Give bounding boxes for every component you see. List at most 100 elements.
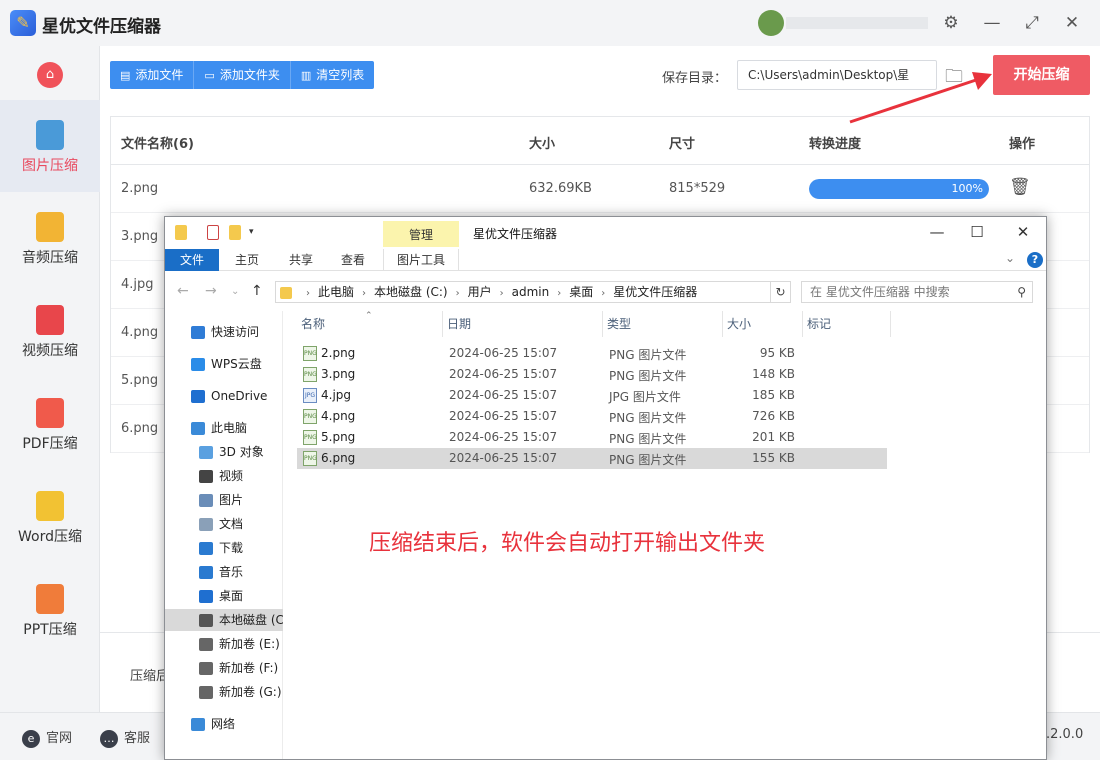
nav-music[interactable]: 音乐 [165,561,283,583]
minimize-button[interactable]: — [979,10,1005,36]
sidebar-item-video-compress[interactable]: 视频压缩 [0,285,100,377]
manage-tab[interactable]: 管理 [383,221,459,247]
browser-icon: e [22,729,40,748]
tab-picture-tools[interactable]: 图片工具 [383,249,459,271]
close-button[interactable]: ✕ [1013,223,1033,241]
breadcrumb[interactable]: 桌面 [569,285,593,299]
delete-icon[interactable]: 🗑 [1009,177,1031,197]
properties-icon[interactable] [207,225,219,240]
drive-icon [199,638,213,651]
search-icon[interactable]: ⚲ [1017,282,1026,302]
drive-icon [199,686,213,699]
add-folder-button[interactable]: ▭ 添加文件夹 [194,61,291,89]
tab-file[interactable]: 文件 [165,249,219,271]
nav-this-pc[interactable]: 此电脑 [165,417,283,439]
file-date: 2024-06-25 15:07 [449,451,558,465]
nav-desktop[interactable]: 桌面 [165,585,283,607]
add-file-button[interactable]: ▤ 添加文件 [110,61,195,89]
list-item[interactable]: PNG 4.png 2024-06-25 15:07 PNG 图片文件 726 K… [297,406,887,427]
help-icon[interactable]: ? [1027,252,1043,268]
close-button[interactable]: ✕ [1059,10,1085,36]
nav-3d-objects[interactable]: 3D 对象 [165,441,283,463]
file-size: 155 KB [752,451,795,465]
nav-downloads[interactable]: 下载 [165,537,283,559]
search-input[interactable]: 在 星优文件压缩器 中搜索 ⚲ [801,281,1033,303]
col-size[interactable]: 大小 [723,311,803,337]
refresh-icon[interactable]: ↻ [771,281,791,303]
nav-label: 下载 [219,541,244,555]
col-date[interactable]: 日期 [443,311,603,337]
nav-local-disk-c[interactable]: 本地磁盘 (C [165,609,283,631]
col-tags[interactable]: 标记 [803,311,891,337]
sidebar-item-audio-compress[interactable]: 音频压缩 [0,192,100,284]
sidebar-item-ppt-compress[interactable]: PPT压缩 [0,564,100,656]
jpg-file-icon: JPG [303,388,317,403]
file-name: 4.jpg [321,388,352,402]
tab-share[interactable]: 共享 [281,249,321,271]
list-item[interactable]: PNG 6.png 2024-06-25 15:07 PNG 图片文件 155 K… [297,448,887,469]
nav-network[interactable]: 网络 [165,713,283,735]
back-arrow-icon[interactable]: ← [177,283,189,299]
nav-videos[interactable]: 视频 [165,465,283,487]
recent-dropdown-icon[interactable]: ⌄ [231,286,239,297]
breadcrumb[interactable]: 此电脑 [318,285,354,299]
website-link[interactable]: e 官网 [22,727,72,748]
home-icon[interactable]: ⌂ [37,62,63,88]
file-date: 2024-06-25 15:07 [449,346,558,360]
nav-pictures[interactable]: 图片 [165,489,283,511]
breadcrumb[interactable]: 星优文件压缩器 [613,285,697,299]
progress-bar: 100% [809,179,989,199]
settings-icon[interactable]: ⚙ [938,10,964,36]
list-item[interactable]: PNG 5.png 2024-06-25 15:07 PNG 图片文件 201 K… [297,427,887,448]
table-row[interactable]: 2.png 632.69KB 815*529 100% 🗑 [111,165,1089,213]
col-name[interactable]: ⌃ 名称 [297,311,443,337]
network-icon [191,718,205,731]
breadcrumb[interactable]: 本地磁盘 (C:) [374,285,448,299]
start-compress-button[interactable]: 开始压缩 [993,55,1090,95]
nav-wps-cloud[interactable]: WPS云盘 [165,353,283,375]
file-name: 4.png [121,325,159,340]
sidebar-item-pdf-compress[interactable]: PDF压缩 [0,378,100,470]
file-name: 4.jpg [121,277,154,292]
quick-access-dropdown-icon[interactable]: ▾ [249,227,257,237]
nav-volume-e[interactable]: 新加卷 (E:) [165,633,283,655]
file-name: 6.png [321,451,356,465]
list-item[interactable]: JPG 4.jpg 2024-06-25 15:07 JPG 图片文件 185 K… [297,385,887,406]
progress-text: 100% [951,182,983,195]
up-arrow-icon[interactable]: ↑ [251,283,263,299]
trash-icon: ▥ [300,69,312,82]
save-dir-input[interactable]: C:\Users\admin\Desktop\星 [737,60,937,90]
forward-arrow-icon[interactable]: → [205,283,217,299]
col-label: 名称 [301,317,326,331]
file-name: 5.png [121,373,159,388]
sidebar-item-image-compress[interactable]: 图片压缩 [0,100,100,192]
address-bar[interactable]: › 此电脑 › 本地磁盘 (C:) › 用户 › admin › 桌面 › 星优文件压缩器 [275,281,771,303]
chevron-down-icon[interactable]: ⌄ [1005,251,1015,265]
list-item[interactable]: PNG 2.png 2024-06-25 15:07 PNG 图片文件 95 KB [297,343,887,364]
nav-label: 本地磁盘 (C [219,613,283,627]
nav-quick-access[interactable]: 快速访问 [165,321,283,343]
tab-view[interactable]: 查看 [333,249,373,271]
user-avatar[interactable] [758,10,784,36]
nav-onedrive[interactable]: OneDrive [165,385,283,407]
nav-volume-f[interactable]: 新加卷 (F:) [165,657,283,679]
new-folder-icon[interactable] [229,225,241,240]
clear-list-button[interactable]: ▥ 清空列表 [291,61,374,89]
chevron-right-icon: › [601,288,606,299]
nav-documents[interactable]: 文档 [165,513,283,535]
maximize-button[interactable]: ☐ [967,223,987,241]
support-link[interactable]: … 客服 [100,727,150,748]
breadcrumb[interactable]: 用户 [468,285,492,299]
col-type[interactable]: 类型 [603,311,723,337]
maximize-button[interactable]: ⤢ [1019,10,1045,36]
open-folder-icon[interactable]: 🗀 [945,64,963,94]
sidebar-item-word-compress[interactable]: Word压缩 [0,471,100,563]
list-item[interactable]: PNG 3.png 2024-06-25 15:07 PNG 图片文件 148 K… [297,364,887,385]
tab-home[interactable]: 主页 [227,249,267,271]
computer-icon [191,422,205,435]
sidebar-item-label: 图片压缩 [22,158,78,174]
nav-volume-g[interactable]: 新加卷 (G:) [165,681,283,703]
breadcrumb[interactable]: admin [512,285,550,299]
nav-label: 快速访问 [211,325,260,339]
minimize-button[interactable]: — [927,223,947,241]
